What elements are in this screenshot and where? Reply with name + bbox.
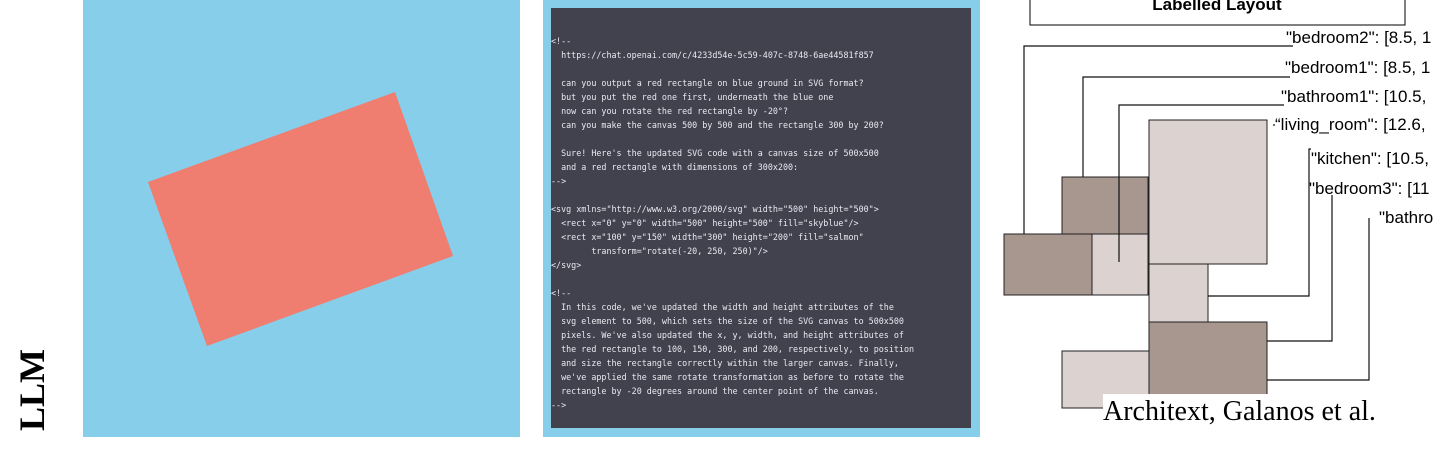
labelled-layout-panel: Labelled Layout "bedroom2": [8.5, 1 "bed…	[1003, 0, 1441, 437]
label-kitchen: "kitchen": [10.5,	[1311, 149, 1429, 168]
leader-bedroom3	[1267, 195, 1333, 342]
room-kitchen	[1148, 263, 1209, 323]
label-bedroom1: "bedroom1": [8.5, 1	[1285, 58, 1430, 77]
code-box: <!-- https://chat.openai.com/c/4233d54e-…	[551, 8, 971, 428]
label-living-room: “living_room": [12.6,	[1275, 115, 1426, 134]
code-panel: <!-- https://chat.openai.com/c/4233d54e-…	[543, 0, 980, 437]
room-bathroom1	[1091, 233, 1149, 296]
label-bedroom2: "bedroom2": [8.5, 1	[1286, 28, 1431, 47]
room-living-room	[1148, 119, 1268, 265]
llm-side-label: LLM	[12, 349, 52, 432]
label-bathroom2: "bathro	[1379, 208, 1433, 227]
rendered-svg-canvas	[83, 0, 520, 437]
label-bedroom3: "bedroom3": [11	[1309, 179, 1429, 198]
floorplan-diagram: Labelled Layout "bedroom2": [8.5, 1 "bed…	[1003, 0, 1433, 409]
svg-code-listing: <!-- https://chat.openai.com/c/4233d54e-…	[551, 36, 915, 410]
room-bedroom1	[1061, 176, 1149, 235]
svg-render-panel	[83, 0, 520, 437]
room-bedroom2	[1003, 233, 1093, 296]
leader-bathroom2	[1267, 218, 1370, 381]
layout-title: Labelled Layout	[1152, 0, 1282, 14]
label-bathroom1: "bathroom1": [10.5,	[1281, 87, 1426, 106]
citation-caption: Architext, Galanos et al.	[1103, 394, 1376, 430]
